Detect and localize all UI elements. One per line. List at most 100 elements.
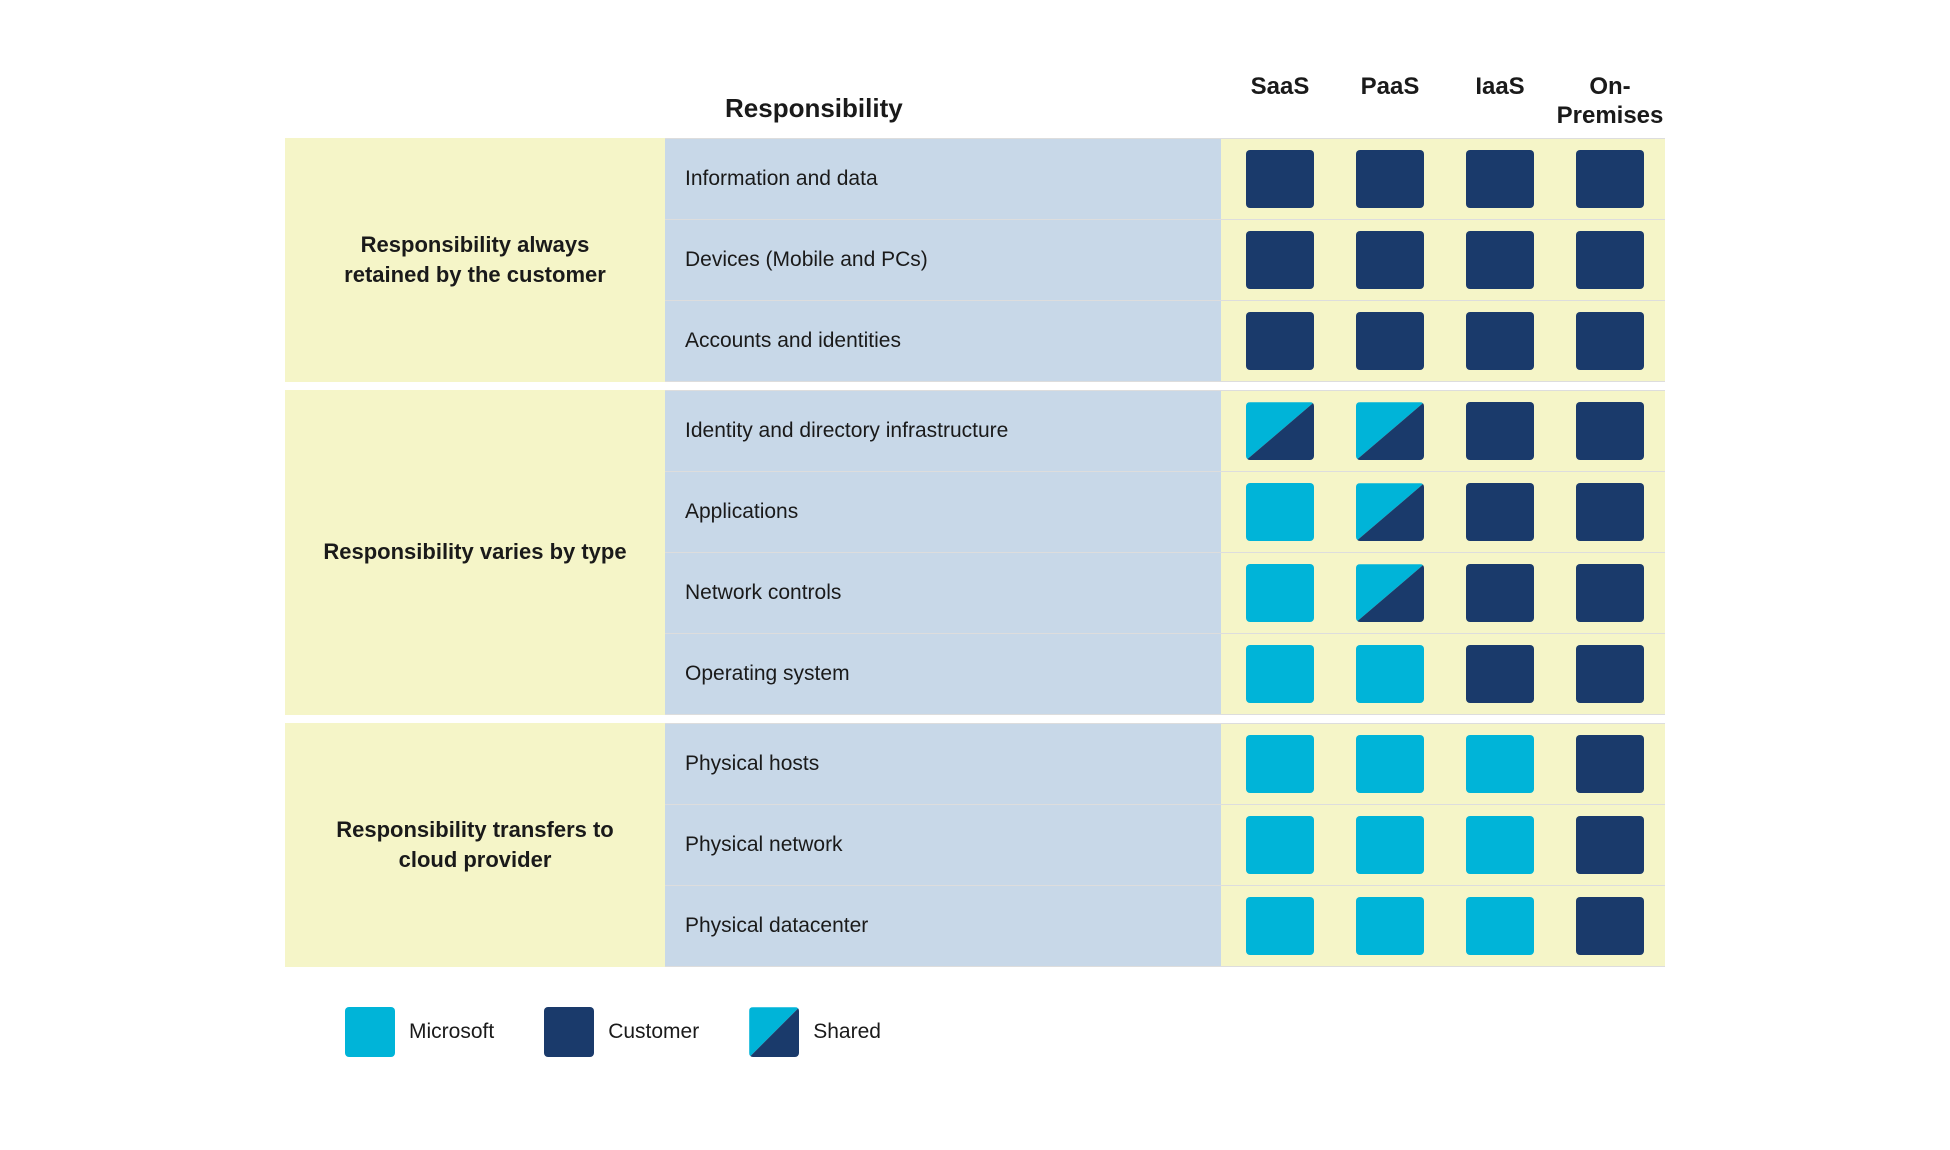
section-label: Responsibility transfers to cloud provid…	[285, 723, 665, 967]
microsoft-block	[1356, 645, 1424, 703]
customer-block	[1576, 564, 1644, 622]
legend-shared-box	[749, 1007, 799, 1057]
microsoft-block	[1246, 483, 1314, 541]
cell	[1445, 472, 1555, 552]
cell	[1225, 805, 1335, 885]
row-label: Information and data	[665, 139, 1225, 219]
legend-label: Customer	[608, 1020, 699, 1044]
customer-block	[1466, 483, 1534, 541]
microsoft-block	[1246, 645, 1314, 703]
table-row: Identity and directory infrastructure	[665, 390, 1665, 472]
section-label: Responsibility always retained by the cu…	[285, 138, 665, 382]
cell	[1225, 220, 1335, 300]
cell	[1445, 139, 1555, 219]
row-label: Devices (Mobile and PCs)	[665, 220, 1225, 300]
customer-block	[1246, 231, 1314, 289]
cell	[1555, 391, 1665, 471]
customer-block	[1356, 150, 1424, 208]
row-label: Physical datacenter	[665, 886, 1225, 966]
cell	[1445, 634, 1555, 714]
customer-block	[1576, 150, 1644, 208]
customer-block	[1576, 816, 1644, 874]
customer-block	[1576, 231, 1644, 289]
row-cells	[1225, 391, 1665, 471]
cell	[1555, 634, 1665, 714]
customer-block	[1356, 231, 1424, 289]
microsoft-block	[1246, 735, 1314, 793]
row-cells	[1225, 553, 1665, 633]
cell	[1555, 805, 1665, 885]
legend-label: Microsoft	[409, 1020, 494, 1044]
cell	[1555, 472, 1665, 552]
cell	[1335, 139, 1445, 219]
table-row: Devices (Mobile and PCs)	[665, 220, 1665, 301]
customer-block	[1576, 402, 1644, 460]
legend-customer-box	[544, 1007, 594, 1057]
legend: Microsoft Customer Shared	[285, 1007, 1665, 1057]
customer-block	[1246, 312, 1314, 370]
legend-item-microsoft: Microsoft	[345, 1007, 494, 1057]
table-row: Physical hosts	[665, 723, 1665, 805]
table-row: Applications	[665, 472, 1665, 553]
row-label: Physical network	[665, 805, 1225, 885]
microsoft-block	[1356, 735, 1424, 793]
customer-block	[1466, 312, 1534, 370]
row-label: Network controls	[665, 553, 1225, 633]
table-row: Physical network	[665, 805, 1665, 886]
cell	[1335, 472, 1445, 552]
cell	[1335, 553, 1445, 633]
cell	[1225, 139, 1335, 219]
customer-block	[1466, 564, 1534, 622]
section-always: Responsibility always retained by the cu…	[285, 138, 1665, 382]
cell	[1335, 886, 1445, 966]
cell	[1225, 301, 1335, 381]
customer-block	[1246, 150, 1314, 208]
microsoft-block	[1466, 735, 1534, 793]
microsoft-block	[1246, 564, 1314, 622]
customer-block	[1466, 645, 1534, 703]
customer-block	[1466, 231, 1534, 289]
section-label: Responsibility varies by type	[285, 390, 665, 715]
cell	[1555, 301, 1665, 381]
row-label: Physical hosts	[665, 724, 1225, 804]
column-header: On- Premises	[1555, 73, 1665, 131]
row-cells	[1225, 724, 1665, 804]
cell	[1555, 724, 1665, 804]
cell	[1335, 301, 1445, 381]
table-row: Operating system	[665, 634, 1665, 715]
shared-block	[1356, 564, 1424, 622]
responsibility-header: Responsibility	[725, 93, 1225, 130]
main-table: Responsibility always retained by the cu…	[285, 138, 1665, 967]
cell	[1445, 301, 1555, 381]
section-varies: Responsibility varies by typeIdentity an…	[285, 390, 1665, 715]
table-row: Network controls	[665, 553, 1665, 634]
column-header: PaaS	[1335, 73, 1445, 131]
cell	[1225, 634, 1335, 714]
row-label: Identity and directory infrastructure	[665, 391, 1225, 471]
cell	[1335, 724, 1445, 804]
table-row: Information and data	[665, 138, 1665, 220]
cell	[1445, 220, 1555, 300]
microsoft-block	[1356, 816, 1424, 874]
legend-item-shared: Shared	[749, 1007, 881, 1057]
cell	[1225, 886, 1335, 966]
row-label: Applications	[665, 472, 1225, 552]
customer-block	[1576, 483, 1644, 541]
row-cells	[1225, 301, 1665, 381]
microsoft-block	[1246, 816, 1314, 874]
microsoft-block	[1356, 897, 1424, 955]
shared-block	[1356, 483, 1424, 541]
cell	[1225, 724, 1335, 804]
header-row: Responsibility SaaSPaaSIaaSOn- Premises	[285, 73, 1665, 131]
customer-block	[1576, 897, 1644, 955]
row-cells	[1225, 886, 1665, 966]
column-header: IaaS	[1445, 73, 1555, 131]
chart-wrapper: Responsibility SaaSPaaSIaaSOn- Premises …	[225, 33, 1725, 1118]
table-row: Physical datacenter	[665, 886, 1665, 967]
cell	[1225, 472, 1335, 552]
microsoft-block	[1246, 897, 1314, 955]
legend-microsoft-box	[345, 1007, 395, 1057]
customer-block	[1466, 150, 1534, 208]
microsoft-block	[1466, 816, 1534, 874]
row-cells	[1225, 634, 1665, 714]
